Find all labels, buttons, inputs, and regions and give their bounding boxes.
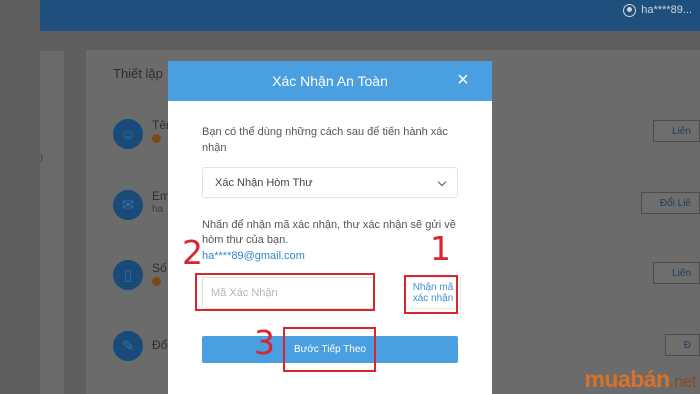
user-name: ha****89... — [641, 4, 692, 16]
mail-icon: ✉ — [113, 190, 143, 220]
verification-method-select[interactable]: Xác Nhận Hòm Thư — [202, 167, 458, 198]
annotation-box-get-code — [404, 275, 458, 314]
annotation-number-2: 2 — [182, 233, 203, 272]
annotation-box-code-input — [195, 273, 375, 311]
user-menu[interactable]: ha****89... — [623, 0, 692, 20]
row-action-button[interactable]: Đổi Liê — [640, 192, 700, 214]
left-panel: ) — [40, 51, 64, 394]
settings-title: Thiết lập — [113, 66, 163, 81]
warning-icon — [152, 277, 161, 286]
face-icon: ☺ — [113, 119, 143, 149]
left-panel-fragment: ) — [40, 152, 43, 162]
annotation-number-1: 1 — [430, 229, 451, 268]
select-value: Xác Nhận Hòm Thư — [215, 176, 313, 189]
phone-icon: ▯ — [113, 260, 143, 290]
row-sub — [152, 277, 161, 286]
pencil-icon: ✎ — [113, 331, 143, 361]
user-avatar-icon — [623, 3, 637, 17]
modal-title: Xác Nhận An Toàn — [272, 73, 388, 89]
row-action-button[interactable]: Liên — [653, 262, 700, 284]
top-navigation-bar: ha****89... — [40, 0, 700, 31]
warning-icon — [152, 134, 161, 143]
watermark-logo: muabán.net — [584, 366, 696, 392]
annotation-box-next — [283, 327, 376, 372]
row-label: Số — [152, 261, 167, 275]
close-icon[interactable]: × — [454, 70, 472, 90]
modal-header: Xác Nhận An Toàn × — [168, 61, 492, 101]
row-sub: ha — [152, 204, 164, 215]
row-action-button[interactable]: Liên — [653, 120, 700, 142]
email-address: ha****89@gmail.com — [202, 250, 305, 262]
row-action-button[interactable]: Đ — [664, 334, 700, 356]
chevron-down-icon — [437, 177, 447, 187]
annotation-number-3: 3 — [254, 323, 275, 362]
intro-text: Bạn có thể dùng những cách sau để tiến h… — [202, 126, 448, 154]
row-sub — [152, 134, 161, 143]
